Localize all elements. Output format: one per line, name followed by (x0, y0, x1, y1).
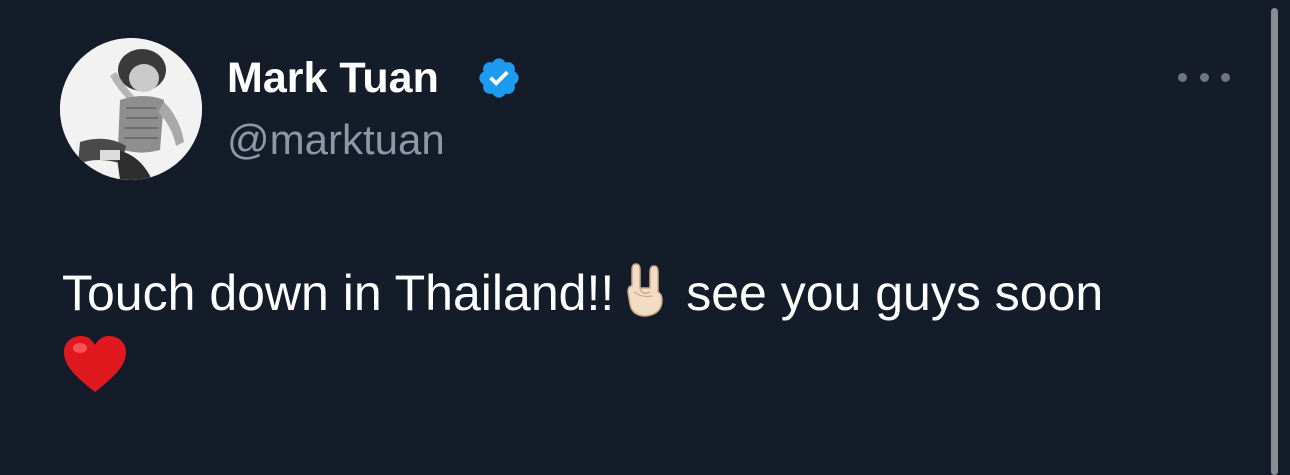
avatar[interactable] (60, 38, 202, 180)
rock-on-hand-icon (627, 263, 663, 317)
more-dot-icon (1221, 72, 1230, 82)
more-dot-icon (1178, 72, 1187, 82)
tweet-text-line1: Touch down in Thailand!! (62, 265, 615, 321)
user-handle[interactable]: @marktuan (227, 114, 445, 166)
display-name[interactable]: Mark Tuan (227, 52, 439, 104)
more-options-button[interactable] (1178, 62, 1230, 92)
verified-badge-icon (479, 58, 519, 98)
scrollbar[interactable] (1271, 8, 1278, 475)
tweet-card: Mark Tuan @marktuan Touch down in Thaila… (0, 0, 1290, 475)
red-heart-icon (64, 336, 126, 392)
tweet-text: Touch down in Thailand!! see you guys so… (62, 262, 1242, 324)
avatar-photo (60, 38, 202, 180)
more-dot-icon (1199, 72, 1209, 82)
tweet-text-line1-end: see you guys soon (686, 265, 1104, 321)
